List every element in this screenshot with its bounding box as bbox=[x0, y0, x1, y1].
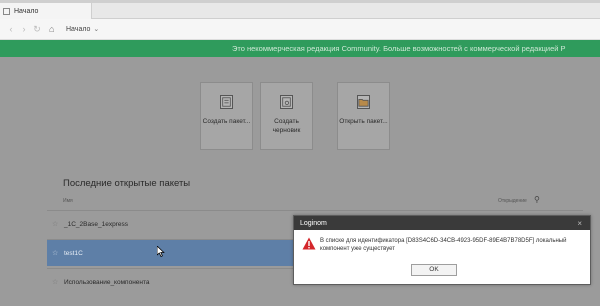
package-icon bbox=[220, 95, 233, 109]
close-icon[interactable]: × bbox=[577, 219, 582, 228]
recent-row-label: _1C_2Base_1express bbox=[64, 220, 128, 228]
mouse-cursor-icon bbox=[157, 246, 165, 257]
back-button[interactable]: ‹ bbox=[6, 23, 16, 35]
ok-button[interactable]: OK bbox=[411, 264, 457, 276]
browser-tab-bar: Начало bbox=[0, 0, 600, 19]
tab-start[interactable]: Начало bbox=[0, 3, 92, 19]
error-dialog: Loginom × В списке для идентификатора [D… bbox=[293, 215, 591, 285]
column-header-name: Имя bbox=[63, 198, 73, 204]
dialog-header: Loginom × bbox=[294, 216, 590, 230]
star-icon[interactable]: ☆ bbox=[52, 278, 60, 286]
dialog-message: В списке для идентификатора [D83S4C6D-34… bbox=[320, 238, 567, 252]
recent-row-label: Использование_компонента bbox=[64, 278, 150, 286]
refresh-button[interactable]: ↻ bbox=[32, 23, 42, 35]
column-header-pinned: Открыдение bbox=[498, 198, 527, 204]
page-icon bbox=[3, 7, 10, 15]
create-package-tile[interactable]: Создать пакет... bbox=[200, 82, 253, 150]
forward-button[interactable]: › bbox=[19, 23, 29, 35]
draft-icon bbox=[280, 95, 293, 109]
recent-packages-title: Последние открытые пакеты bbox=[63, 178, 191, 189]
pin-icon[interactable]: ⚲ bbox=[534, 195, 543, 204]
edition-banner: Это некоммерческая редакция Community. Б… bbox=[0, 40, 600, 57]
star-icon[interactable]: ☆ bbox=[52, 220, 60, 228]
recent-row-label: test1C bbox=[64, 249, 83, 257]
chevron-down-icon[interactable]: ⌄ bbox=[93, 25, 99, 33]
create-draft-tile[interactable]: Создать черновик bbox=[260, 82, 313, 150]
dialog-body: В списке для идентификатора [D83S4C6D-34… bbox=[294, 230, 590, 286]
dialog-title: Loginom bbox=[300, 219, 327, 227]
folder-icon bbox=[357, 95, 370, 109]
warning-icon bbox=[302, 237, 316, 250]
address-bar: ‹ › ↻ ⌂ Начало ⌄ bbox=[0, 19, 600, 40]
open-package-label: Открыть пакет... bbox=[339, 118, 388, 125]
star-icon[interactable]: ☆ bbox=[52, 249, 60, 257]
create-draft-label: Создать черновик bbox=[272, 118, 301, 134]
breadcrumb[interactable]: Начало bbox=[66, 26, 90, 33]
tab-label: Начало bbox=[14, 7, 39, 15]
open-package-tile[interactable]: Открыть пакет... bbox=[337, 82, 390, 150]
home-icon[interactable]: ⌂ bbox=[49, 24, 60, 34]
create-package-label: Создать пакет... bbox=[202, 118, 251, 125]
